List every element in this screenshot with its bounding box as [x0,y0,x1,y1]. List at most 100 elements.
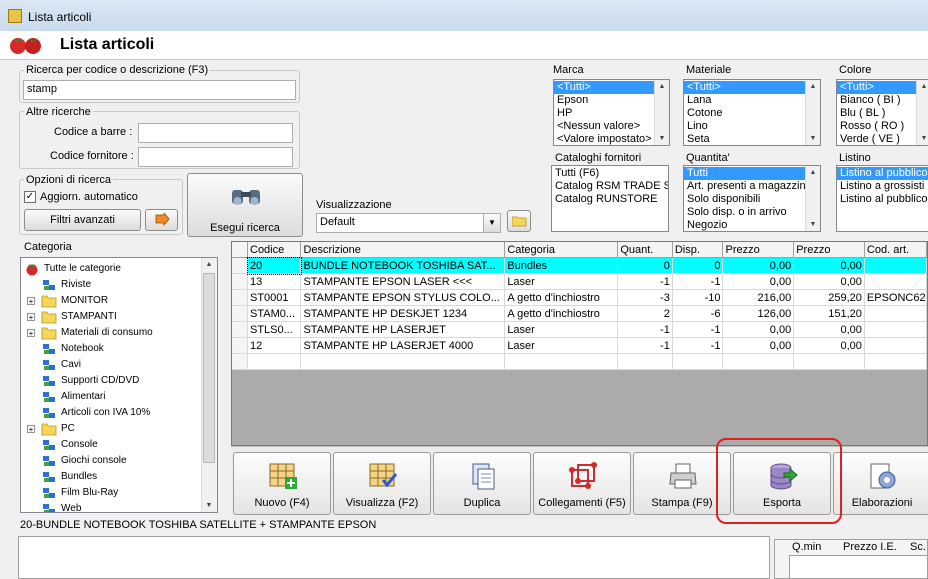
table-cell: A getto d'inchiostro [504,305,619,322]
column-header[interactable]: Categoria [504,242,619,258]
quantita-option[interactable]: Negozio [684,219,805,231]
column-header[interactable]: Cod. art. [864,242,927,258]
row-indicator[interactable] [232,257,248,274]
supplier-code-input[interactable] [138,147,293,167]
row-indicator[interactable] [232,337,248,354]
category-tree[interactable]: Tutte le categorie Riviste + MONITOR + STAMPA… [20,257,218,513]
duplica-button[interactable]: Duplica [433,452,531,515]
open-view-button[interactable] [507,210,531,232]
listino-option[interactable]: Listino al pubblico + [837,193,928,206]
run-search-button[interactable]: Esegui ricerca [187,173,303,237]
category-icon [43,280,55,290]
quantita-scrollbar[interactable]: ▲ ▼ [805,166,820,231]
row-indicator[interactable] [232,289,248,306]
chevron-down-icon[interactable]: ▼ [483,214,500,232]
price-column-header[interactable]: Q.min [792,541,842,553]
cataloghi-listbox[interactable]: Tutti (F6) Catalog RSM TRADE S Catalog RUN… [551,165,669,232]
column-header[interactable]: Descrizione [300,242,506,258]
search-input[interactable]: stamp [23,80,296,100]
marca-listbox[interactable]: <Tutti> Epson HP <Nessun valore> <Valore imp… [553,79,670,146]
column-header[interactable]: Quant. [617,242,673,258]
colore-listbox[interactable]: <Tutti> Bianco ( BI ) Blu ( BL ) Rosso ( RO… [836,79,928,146]
filter-arrow-button[interactable] [145,209,178,231]
category-item-label: Articoli con IVA 10% [61,407,151,418]
table-row[interactable]: 13 STAMPANTE EPSON LASER <<< Laser -1 -1 0,00… [232,273,927,290]
colore-scrollbar[interactable]: ▲ ▼ [916,80,928,145]
category-scroll-thumb[interactable] [203,273,215,463]
price-table[interactable]: Q.min Prezzo I.E. Sc. [774,539,928,579]
barcode-input[interactable] [138,123,293,143]
table-row[interactable]: ST0001 STAMPANTE EPSON STYLUS COLO... A ge… [232,289,927,306]
row-indicator[interactable] [232,273,248,290]
visualizza-button[interactable]: Visualizza (F2) [333,452,431,515]
tree-expand-icon[interactable]: + [27,425,35,434]
advanced-filters-button[interactable]: Filtri avanzati [24,209,141,231]
marca-option[interactable]: Epson [554,94,654,107]
table-cell: EPSONC62 [864,289,927,306]
price-column-header[interactable]: Prezzo I.E. [843,541,909,553]
table-cell: 2 [617,305,673,322]
materiale-listbox[interactable]: <Tutti> Lana Cotone Lino Seta ▲ ▼ [683,79,821,146]
cataloghi-items: Tutti (F6) Catalog RSM TRADE S Catalog RUN… [552,167,668,206]
tree-expand-icon[interactable]: + [27,313,35,322]
table-cell: 13 [247,273,302,290]
materiale-option[interactable]: Cotone [684,107,805,120]
table-new-row[interactable] [232,353,927,370]
listino-option[interactable]: Listino al pubblico [837,167,928,180]
tree-expand-icon[interactable]: + [27,329,35,338]
column-header[interactable]: Prezzo [722,242,795,258]
column-header[interactable]: Disp. [672,242,724,258]
column-header[interactable]: Prezzo [793,242,865,258]
colore-option[interactable]: Verde ( VE ) [837,133,916,145]
marca-option[interactable]: <Tutti> [554,81,654,94]
category-icon [43,376,55,386]
detail-notes[interactable] [18,536,770,579]
price-column-header[interactable]: Sc. [910,541,927,553]
cataloghi-option[interactable]: Catalog RSM TRADE S [552,180,668,193]
materiale-option[interactable]: <Tutti> [684,81,805,94]
cataloghi-option[interactable]: Tutti (F6) [552,167,668,180]
colore-option[interactable]: Bianco ( BI ) [837,94,916,107]
supplier-code-label: Codice fornitore : [50,150,134,162]
marca-option[interactable]: HP [554,107,654,120]
strawberry-icon [26,264,38,276]
listino-option[interactable]: Listino a grossisti [837,180,928,193]
articles-grid[interactable]: Codice Descrizione Categoria Quant. Disp. Pre… [231,241,928,446]
nuovo-button[interactable]: Nuovo (F4) [233,452,331,515]
category-scrollbar[interactable]: ▲ ▼ [201,258,217,512]
materiale-option[interactable]: Lino [684,120,805,133]
listino-label: Listino [839,152,871,164]
row-indicator[interactable] [232,321,248,338]
column-header[interactable]: Codice [247,242,302,258]
materiale-scrollbar[interactable]: ▲ ▼ [805,80,820,145]
marca-option[interactable]: <Valore impostato> [554,133,654,145]
marca-scrollbar[interactable]: ▲ ▼ [654,80,669,145]
view-select[interactable]: Default ▼ [316,213,501,233]
materiale-option[interactable]: Seta [684,133,805,145]
auto-update-checkbox[interactable]: ✓ [24,191,36,203]
marca-option[interactable]: <Nessun valore> [554,120,654,133]
quantita-option[interactable]: Art. presenti a magazzino [684,180,805,193]
category-icon [43,456,55,466]
colore-option[interactable]: Rosso ( RO ) [837,120,916,133]
colore-option[interactable]: <Tutti> [837,81,916,94]
table-row[interactable]: 20 BUNDLE NOTEBOOK TOSHIBA SAT... Bundles 0… [232,256,927,275]
table-row[interactable]: STAM0... STAMPANTE HP DESKJET 1234 A getto… [232,305,927,322]
cataloghi-option[interactable]: Catalog RUNSTORE [552,193,668,206]
quantita-option[interactable]: Solo disponibili [684,193,805,206]
table-row[interactable]: 12 STAMPANTE HP LASERJET 4000 Laser -1 -1 0,0… [232,337,927,354]
table-row[interactable]: STLS0... STAMPANTE HP LASERJET Laser -1 -1 0,… [232,321,927,338]
listino-listbox[interactable]: Listino al pubblico Listino a grossisti Li… [836,165,928,232]
row-indicator[interactable] [232,305,248,322]
quantita-option[interactable]: Solo disp. o in arrivo [684,206,805,219]
elaborazioni-button[interactable]: Elaborazioni [833,452,928,515]
collegamenti-button[interactable]: Collegamenti (F5) [533,452,631,515]
cataloghi-label: Cataloghi fornitori [555,152,642,164]
colore-option[interactable]: Blu ( BL ) [837,107,916,120]
materiale-option[interactable]: Lana [684,94,805,107]
tree-expand-icon[interactable]: + [27,297,35,306]
quantita-option[interactable]: Tutti [684,167,805,180]
category-item-label: Alimentari [61,391,106,402]
table-cell: 20 [246,256,302,275]
quantita-listbox[interactable]: Tutti Art. presenti a magazzino Solo dispo… [683,165,821,232]
